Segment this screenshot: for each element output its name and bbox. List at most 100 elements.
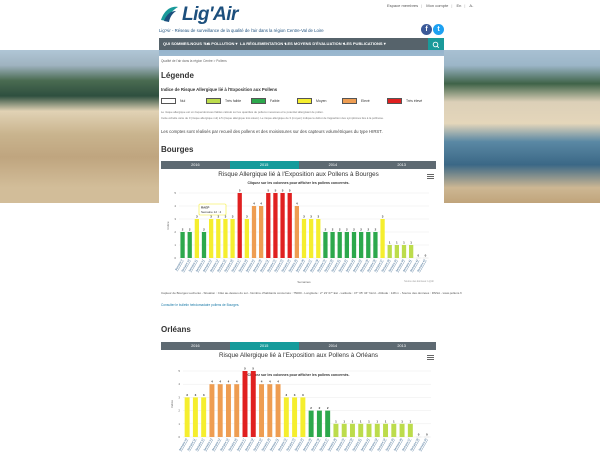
chart-bar[interactable] [250, 371, 256, 437]
chart-bar[interactable] [309, 219, 314, 258]
chart-bar[interactable] [349, 423, 355, 437]
chart-bar[interactable] [325, 410, 331, 437]
chart-bar[interactable] [187, 232, 192, 258]
chart-bar[interactable] [409, 245, 414, 258]
tab-year-2013[interactable]: 2013 [367, 342, 436, 350]
bar-data-label: 2 [189, 228, 191, 232]
legend-note: Le risque allergique est un risque/donné… [161, 110, 324, 114]
chart-bar[interactable] [380, 219, 385, 258]
chart-bar[interactable] [230, 219, 235, 258]
chart-bar[interactable] [351, 232, 357, 258]
bar-data-label: 3 [246, 215, 248, 219]
bar-data-label: 2 [310, 406, 312, 410]
chart-bar[interactable] [341, 423, 347, 437]
chart-bar[interactable] [391, 423, 397, 437]
chart-bar[interactable] [301, 219, 307, 258]
chart-bar[interactable] [275, 384, 281, 437]
chart-bar[interactable] [366, 232, 371, 258]
nav-item-qui-sommes-nous[interactable]: QUI SOMMES-NOUS ? ▾ [163, 38, 209, 50]
chart-bar[interactable] [323, 232, 328, 258]
chart-bar[interactable] [374, 423, 380, 437]
tab-year-2014[interactable]: 2014 [299, 342, 368, 350]
chart-bar[interactable] [192, 397, 198, 437]
chart-bar[interactable] [223, 219, 228, 258]
chart-bar[interactable] [180, 232, 185, 258]
chart-bar[interactable] [344, 232, 349, 258]
bar-data-label: 2 [325, 228, 327, 232]
search-button[interactable] [428, 38, 444, 50]
tab-year-2014[interactable]: 2014 [299, 161, 368, 169]
chart-bar[interactable] [267, 384, 273, 437]
bourges-heading: Bourges [161, 145, 194, 154]
top-link-members[interactable]: Espace membres [387, 3, 418, 8]
bar-data-label: 2 [327, 406, 329, 410]
chart-bar[interactable] [407, 423, 413, 437]
chart-bar[interactable] [209, 384, 215, 437]
chart-bar[interactable] [237, 193, 242, 258]
chart-bar[interactable] [401, 245, 407, 258]
chart-bar[interactable] [216, 219, 221, 258]
twitter-icon[interactable]: t [433, 24, 444, 35]
chart-bar[interactable] [194, 219, 199, 258]
chart-bar[interactable] [266, 193, 271, 258]
tab-year-2013[interactable]: 2013 [367, 161, 436, 169]
chart-bar[interactable] [337, 232, 342, 258]
y-tick-label: 4 [178, 382, 180, 386]
chart-bar[interactable] [294, 206, 299, 258]
chart-bar[interactable] [242, 371, 248, 437]
chart-bar[interactable] [225, 384, 231, 437]
chart-bar[interactable] [251, 206, 257, 258]
chart-bar[interactable] [387, 245, 392, 258]
bar-data-label: 3 [196, 215, 198, 219]
chart-bar[interactable] [244, 219, 249, 258]
facebook-icon[interactable]: f [421, 24, 432, 35]
chart-bar[interactable] [394, 245, 399, 258]
nav-item-publications[interactable]: LES PUBLICATIONS ▾ [344, 38, 386, 50]
chart-bar[interactable] [316, 410, 322, 437]
chart-bar[interactable] [201, 397, 207, 437]
nav-item-reglementation[interactable]: LA RÉGLEMENTATION ▾ [240, 38, 286, 50]
tab-year-2015[interactable]: 2015 [229, 161, 299, 169]
bar-data-label: 3 [302, 393, 304, 397]
bar-data-label: 3 [294, 393, 296, 397]
top-link-lang[interactable]: En [456, 3, 461, 8]
bar-data-label: 1 [335, 419, 337, 423]
chart-bar[interactable] [316, 219, 321, 258]
chart-bar[interactable] [333, 423, 339, 437]
site-tagline: Lig'Air - Réseau de surveillance de la q… [159, 28, 324, 33]
chart-bar[interactable] [217, 384, 223, 437]
chart-bar[interactable] [358, 423, 364, 437]
chart-bar[interactable] [259, 206, 264, 258]
chart-bar[interactable] [287, 193, 292, 258]
chart-bar[interactable] [383, 423, 389, 437]
chart-bar[interactable] [209, 219, 214, 258]
tab-year-2016[interactable]: 2016 [161, 342, 230, 350]
legend-swatch [251, 98, 266, 104]
chart-bar[interactable] [373, 232, 378, 258]
top-link-text-size[interactable]: A- [469, 3, 473, 8]
chart-bar[interactable] [273, 193, 278, 258]
chart-bar[interactable] [283, 397, 289, 437]
bar-data-label: 4 [260, 202, 262, 206]
orleans-chart-svg: 012345Indice3Semaine 103Semaine 113Semai… [170, 367, 431, 451]
top-link-account[interactable]: Mon compte [426, 3, 448, 8]
chart-bar[interactable] [184, 397, 190, 437]
tab-year-2015[interactable]: 2015 [229, 342, 299, 350]
chart-bar[interactable] [259, 384, 265, 437]
chart-bar[interactable] [292, 397, 298, 437]
chart-bar[interactable] [201, 232, 207, 258]
bourges-bulletin-link[interactable]: Consulter le bulletin hebdomadaire polle… [161, 303, 239, 307]
nav-item-pollution[interactable]: LA POLLUTION ▾ [205, 38, 238, 50]
chart-bar[interactable] [234, 384, 240, 437]
logo-text: Lig'Air [182, 4, 238, 25]
chart-bar[interactable] [359, 232, 364, 258]
chart-bar[interactable] [366, 423, 372, 437]
chart-bar[interactable] [300, 397, 306, 437]
tab-year-2016[interactable]: 2016 [161, 161, 230, 169]
chart-bar[interactable] [399, 423, 405, 437]
nav-item-moyens-evaluation[interactable]: LES MOYENS D'ÉVALUATION ▾ [285, 38, 345, 50]
chart-bar[interactable] [280, 193, 285, 258]
breadcrumb[interactable]: Qualité de l'air dans la région Centre >… [161, 59, 227, 63]
chart-bar[interactable] [308, 410, 314, 437]
chart-bar[interactable] [330, 232, 335, 258]
